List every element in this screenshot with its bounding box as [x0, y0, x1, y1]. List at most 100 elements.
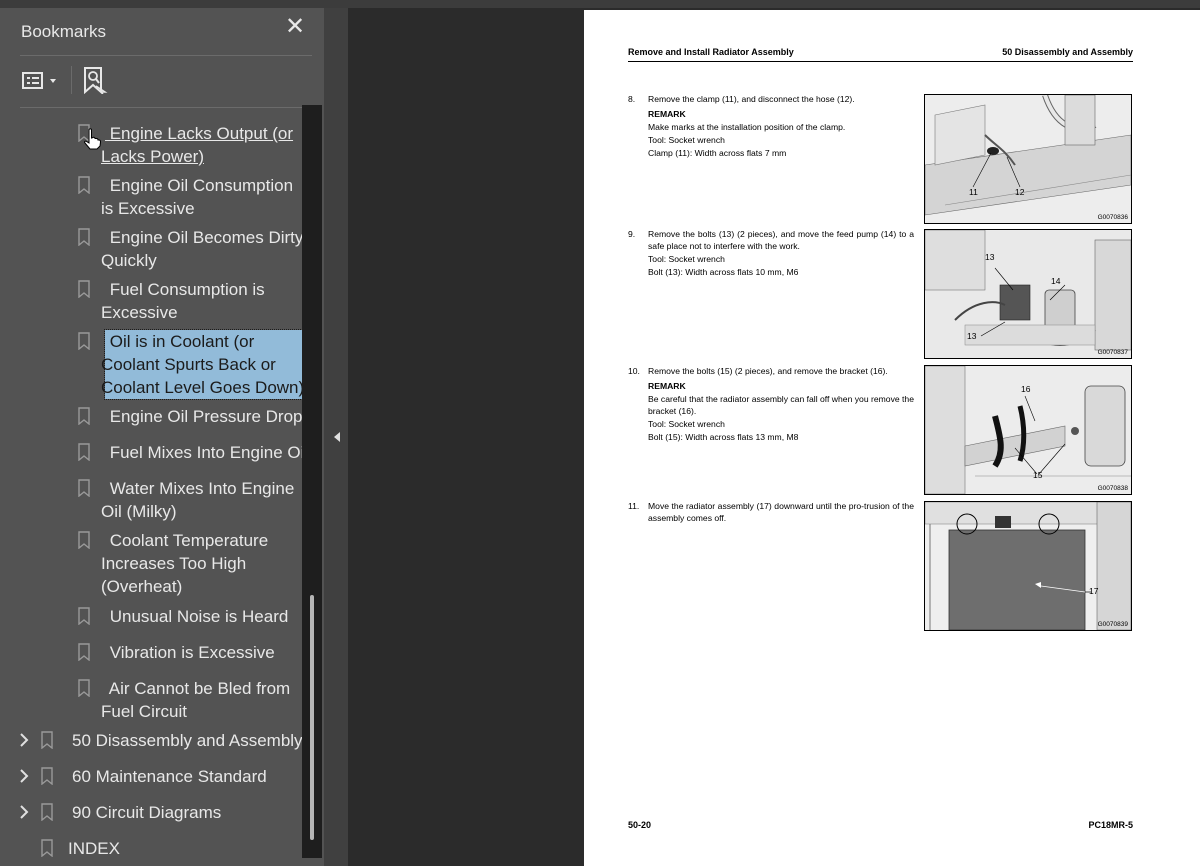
step-body: Remove the bolts (15) (2 pieces), and re… — [648, 365, 914, 444]
bookmark-label-line: Coolant Spurts Back or — [101, 355, 276, 374]
bookmark-label-line: Fuel Circuit — [101, 702, 187, 721]
hand-cursor-icon — [83, 128, 102, 155]
bookmark-label: Vibration is Excessive — [105, 641, 275, 664]
step-text: Bolt (13): Width across flats 10 mm, M6 — [648, 267, 799, 277]
remark-heading: REMARK — [648, 381, 686, 391]
bookmark-label-line: Engine Oil Consumption — [105, 176, 294, 195]
bookmark-label: Engine Lacks Output (or Lacks Power) — [101, 122, 294, 168]
bookmark-label: Air Cannot be Bled from Fuel Circuit — [101, 677, 291, 723]
bookmark-label-line: Water Mixes Into Engine — [105, 479, 295, 498]
window-top-bar — [0, 0, 1200, 8]
callout-label: 12 — [1015, 187, 1025, 197]
bookmark-section-label: 60 Maintenance Standard — [72, 767, 267, 786]
step-body: Remove the bolts (13) (2 pieces), and mo… — [648, 228, 914, 279]
bookmark-icon — [41, 839, 53, 858]
chevron-right-icon[interactable] — [18, 733, 30, 747]
remark-heading: REMARK — [648, 109, 686, 119]
bookmark-icon — [41, 767, 53, 786]
bookmark-label-line: Engine Lacks Output (or — [105, 124, 294, 143]
figure-clamp-hose: 11 12 G0070836 — [924, 94, 1132, 224]
step-text: Tool: Socket wrench — [648, 419, 725, 429]
bookmark-label: Engine Oil Becomes Dirty Quickly — [101, 226, 304, 272]
step-text: Remove the bolts (15) (2 pieces), and re… — [648, 366, 888, 376]
bookmark-label-line: Increases Too High — [101, 554, 247, 573]
callout-label: 11 — [969, 187, 978, 197]
bookmark-label-line: Engine Oil Pressure Drops — [105, 407, 304, 426]
bookmark-label: Water Mixes Into Engine Oil (Milky) — [101, 477, 295, 523]
bookmark-icon — [78, 228, 90, 247]
step-number: 10. — [628, 366, 640, 376]
figure-code: G0070837 — [1097, 349, 1128, 356]
step-text: Be careful that the radiator assembly ca… — [648, 394, 914, 416]
bookmark-label: Fuel Mixes Into Engine Oil — [105, 441, 304, 464]
figure-radiator: 17 G0070839 — [924, 501, 1132, 631]
callout-label: 16 — [1021, 384, 1031, 394]
bookmark-icon — [78, 479, 90, 498]
bookmark-label: Engine Oil Consumption is Excessive — [101, 174, 294, 220]
bookmark-label-line: Engine Oil Becomes Dirty — [105, 228, 304, 247]
figure-feed-pump: 13 14 13 G0070837 — [924, 229, 1132, 359]
bookmark-icon — [41, 731, 53, 750]
bookmark-icon — [78, 280, 90, 299]
step-text: Remove the bolts (13) (2 pieces), and mo… — [648, 229, 914, 251]
callout-label: 17 — [1089, 586, 1099, 596]
chevron-right-icon[interactable] — [18, 769, 30, 783]
chevron-left-icon — [334, 432, 340, 442]
bookmark-label-line: Oil (Milky) — [101, 502, 177, 521]
callout-label: 13 — [967, 331, 977, 341]
bookmark-label-line: Vibration is Excessive — [105, 643, 275, 662]
callout-label: 13 — [985, 252, 995, 262]
bookmark-icon — [78, 643, 90, 662]
figure-code: G0070839 — [1097, 621, 1128, 628]
page-header-section: 50 Disassembly and Assembly — [1002, 47, 1133, 57]
bookmark-label-line: Air Cannot be Bled from — [105, 679, 291, 698]
bookmark-label-line: Excessive — [101, 303, 178, 322]
model-number: PC18MR-5 — [1088, 820, 1133, 830]
collapse-panel-button[interactable] — [333, 430, 341, 442]
bookmark-label-line: Fuel Consumption is — [105, 280, 265, 299]
step-body: Remove the clamp (11), and disconnect th… — [648, 93, 914, 160]
figure-code: G0070836 — [1097, 214, 1128, 221]
bookmark-icon — [78, 332, 90, 351]
bookmark-icon — [78, 607, 90, 626]
step-number: 8. — [628, 94, 636, 104]
bookmark-section-label: 50 Disassembly and Assembly — [72, 731, 303, 750]
bookmark-label-line: Lacks Power) — [101, 147, 204, 166]
chevron-right-icon[interactable] — [18, 805, 30, 819]
step-text: Tool: Socket wrench — [648, 254, 725, 264]
bookmark-label-line: Coolant Level Goes Down) — [101, 378, 304, 397]
bookmark-icon — [41, 803, 53, 822]
bookmark-icon — [78, 176, 90, 195]
bookmark-section-label: 90 Circuit Diagrams — [72, 803, 222, 822]
header-rule — [628, 61, 1133, 62]
step-text: Clamp (11): Width across flats 7 mm — [648, 148, 787, 158]
bookmark-icon — [78, 531, 90, 550]
bookmark-label-line: Oil is in Coolant (or — [105, 332, 255, 351]
step-text: Bolt (15): Width across flats 13 mm, M8 — [648, 432, 799, 442]
bookmark-label-line: is Excessive — [101, 199, 195, 218]
bookmark-label-line: Unusual Noise is Heard — [105, 607, 289, 626]
page-header-title: Remove and Install Radiator Assembly — [628, 47, 794, 57]
step-number: 9. — [628, 229, 636, 239]
bookmark-label: Unusual Noise is Heard — [105, 605, 289, 628]
bookmark-label-line: Coolant Temperature — [105, 531, 269, 550]
bookmark-label: Coolant Temperature Increases Too High (Ov… — [101, 529, 269, 598]
figure-bracket: 16 15 G0070838 — [924, 365, 1132, 495]
bookmark-label: Engine Oil Pressure Drops — [105, 405, 304, 428]
bookmark-label-line: Fuel Mixes Into Engine Oil — [105, 443, 304, 462]
bookmark-label-line: Quickly — [101, 251, 157, 270]
bookmark-tree: Engine Lacks Output (or Lacks Power) Engi… — [0, 8, 304, 866]
bookmark-icon — [78, 443, 90, 462]
callout-label: 14 — [1051, 276, 1061, 286]
bookmark-label: Fuel Consumption is Excessive — [101, 278, 265, 324]
step-text: Move the radiator assembly (17) downward… — [648, 501, 914, 523]
bookmark-icon — [78, 679, 90, 698]
bookmark-label-line: (Overheat) — [101, 577, 183, 596]
step-text: Tool: Socket wrench — [648, 135, 725, 145]
step-number: 11. — [628, 501, 640, 511]
step-body: Move the radiator assembly (17) downward… — [648, 500, 914, 525]
figure-code: G0070838 — [1097, 485, 1128, 492]
scrollbar-thumb[interactable] — [310, 595, 314, 840]
step-text: Remove the clamp (11), and disconnect th… — [648, 94, 855, 104]
page-number: 50-20 — [628, 820, 652, 830]
